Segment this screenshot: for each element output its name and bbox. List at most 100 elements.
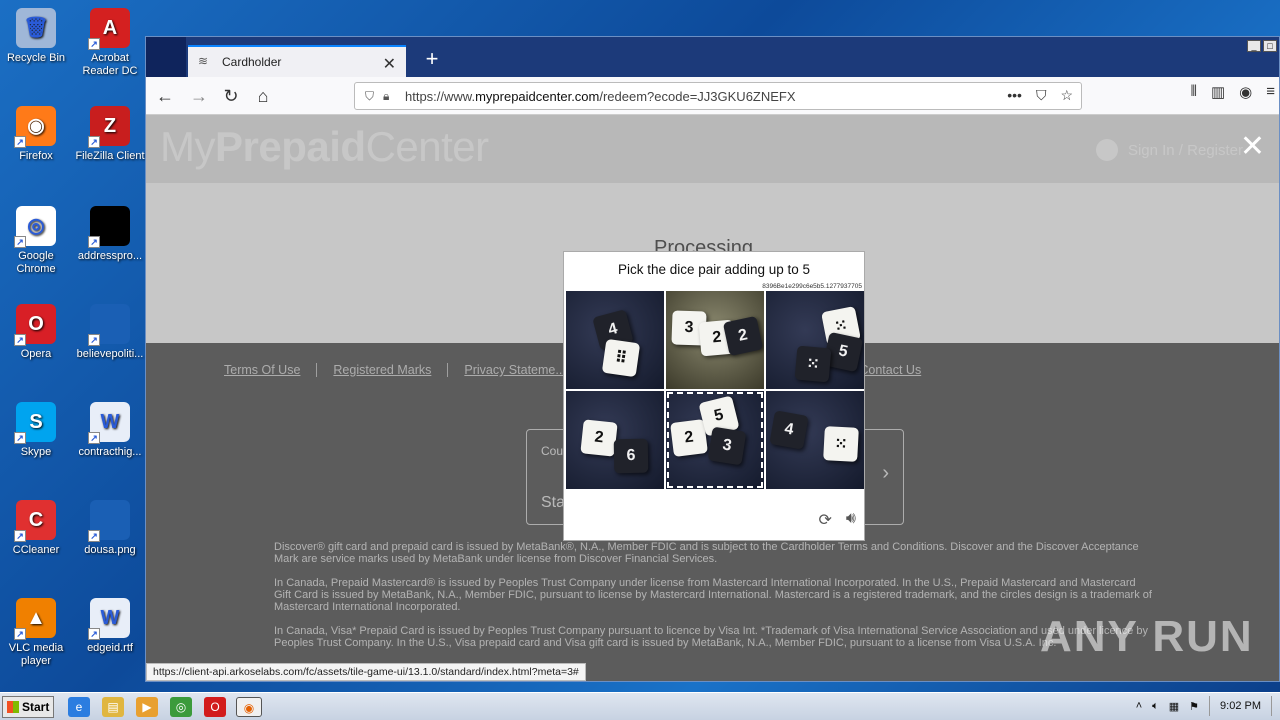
desktop-icon-1[interactable]: A ↗ Acrobat Reader DC: [74, 8, 146, 78]
desktop-icon-9[interactable]: W ↗ contracthig...: [74, 402, 146, 459]
desktop-icon-label: Firefox: [19, 150, 53, 162]
chrome-taskbar-icon[interactable]: ◎: [170, 697, 192, 717]
captcha-prompt: Pick the dice pair adding up to 5: [617, 262, 811, 277]
desktop-app-icon: W ↗: [88, 598, 130, 640]
desktop-icon-7[interactable]: ↗ believepoliti...: [74, 304, 146, 361]
desktop-icon-3[interactable]: Z ↗ FileZilla Client: [74, 106, 146, 163]
captcha-tile-6[interactable]: 4 ⁙: [766, 391, 864, 489]
browser-titlebar: ≋ Cardholder ✕ + _ □: [146, 37, 1279, 77]
desktop-app-icon: A ↗: [88, 8, 130, 50]
desktop-icon-label: believepoliti...: [76, 348, 144, 360]
desktop-icon-6[interactable]: O ↗ Opera: [0, 304, 72, 361]
desktop-icon-13[interactable]: W ↗ edgeid.rtf: [74, 598, 146, 655]
captcha-controls: ⟳ 🔊︎: [819, 510, 857, 530]
desktop-icon-11[interactable]: ↗ dousa.png: [74, 500, 146, 557]
desktop-icon-label: FileZilla Client: [75, 150, 145, 162]
tab-cardholder[interactable]: ≋ Cardholder ✕: [188, 45, 406, 77]
maximize-button[interactable]: □: [1263, 40, 1277, 52]
desktop-icon-0[interactable]: 🗑 Recycle Bin: [0, 8, 72, 65]
desktop-icon-label: Google Chrome: [16, 250, 56, 275]
menu-icon[interactable]: ≡: [1266, 83, 1275, 101]
network-icon[interactable]: ▦: [1169, 700, 1179, 713]
desktop-icon-label: Opera: [20, 348, 52, 360]
tab-title: Cardholder: [222, 55, 282, 69]
reload-button[interactable]: ↻: [218, 83, 244, 109]
watermark: ANY RUN: [1040, 612, 1254, 661]
die: ⁙: [823, 426, 859, 462]
desktop-icon-12[interactable]: ▲ ↗ VLC media player: [0, 598, 72, 668]
firefox-taskbar-icon[interactable]: ◉: [236, 697, 262, 717]
library-icon[interactable]: ⫴: [1191, 83, 1197, 101]
back-button[interactable]: ←: [152, 83, 178, 109]
die: 2: [722, 315, 764, 357]
opera-taskbar-icon[interactable]: O: [204, 697, 226, 717]
shortcut-arrow-icon: ↗: [14, 432, 26, 444]
desktop-icon-label: edgeid.rtf: [87, 642, 133, 654]
captcha-tile-1[interactable]: 4 ⠿: [566, 291, 664, 389]
die: 2: [670, 419, 708, 457]
show-desktop-button[interactable]: [1271, 696, 1272, 716]
start-label: Start: [22, 700, 50, 714]
desktop-icon-label: Recycle Bin: [6, 52, 66, 64]
refresh-icon[interactable]: ⟳: [819, 510, 832, 530]
volume-icon[interactable]: 🔈︎: [1152, 700, 1159, 713]
desktop-icon-8[interactable]: S ↗ Skype: [0, 402, 72, 459]
sidebar-icon[interactable]: ▥: [1211, 83, 1225, 101]
start-button[interactable]: Start: [2, 696, 54, 718]
captcha-dialog: Pick the dice pair adding up to 5 8396Be…: [563, 251, 865, 541]
tab-close-icon[interactable]: ✕: [383, 54, 396, 74]
flag-icon[interactable]: ⚑: [1189, 700, 1199, 713]
desktop-app-icon: ↗: [88, 500, 130, 542]
die: 3: [707, 426, 747, 466]
desktop-icon-label: Acrobat Reader DC: [82, 52, 138, 77]
clock[interactable]: 9:02 PM: [1220, 700, 1261, 712]
captcha-tile-4[interactable]: 26: [566, 391, 664, 489]
audio-icon[interactable]: 🔊︎: [846, 510, 856, 530]
desktop-icon-2[interactable]: ◉ ↗ Firefox: [0, 106, 72, 163]
die: 2: [580, 419, 618, 457]
minimize-button[interactable]: _: [1247, 40, 1261, 52]
shortcut-arrow-icon: ↗: [88, 136, 100, 148]
padlock-icon[interactable]: 🔒︎: [383, 89, 405, 104]
desktop-icon-4[interactable]: ◎ ↗ Google Chrome: [0, 206, 72, 276]
tray-separator: [1209, 696, 1211, 716]
explorer-taskbar-icon[interactable]: ▤: [102, 697, 124, 717]
media-player-taskbar-icon[interactable]: ▶: [136, 697, 158, 717]
die: ⠿: [601, 338, 641, 378]
desktop-icon-5[interactable]: ↗ addresspro...: [74, 206, 146, 263]
page-actions-icon[interactable]: •••: [1007, 87, 1022, 104]
shortcut-arrow-icon: ↗: [88, 530, 100, 542]
captcha-tile-3[interactable]: ⁙ 5 ⁙: [766, 291, 864, 389]
shortcut-arrow-icon: ↗: [88, 236, 100, 248]
shortcut-arrow-icon: ↗: [14, 236, 26, 248]
desktop-app-icon: W ↗: [88, 402, 130, 444]
desktop-app-icon: 🗑: [16, 8, 56, 48]
desktop-icon-label: VLC media player: [8, 642, 64, 667]
shortcut-arrow-icon: ↗: [14, 334, 26, 346]
forward-button[interactable]: →: [186, 83, 212, 109]
desktop-icon-10[interactable]: C ↗ CCleaner: [0, 500, 72, 557]
shortcut-arrow-icon: ↗: [14, 628, 26, 640]
bookmark-star-icon[interactable]: ☆: [1060, 87, 1073, 104]
ie-taskbar-icon[interactable]: e: [68, 697, 90, 717]
url-bar[interactable]: ⛉ 🔒︎ https://www. myprepaidcenter.com/red…: [354, 82, 1082, 110]
tray-expand-icon[interactable]: ˄: [1136, 700, 1142, 712]
taskbar: Start e ▤ ▶ ◎ O ◉ ˄ 🔈︎ ▦ ⚑ 9:02 PM: [0, 692, 1280, 720]
desktop-app-icon: ↗: [88, 304, 130, 346]
tracking-shield-icon[interactable]: ⛉: [365, 89, 383, 104]
close-icon[interactable]: ✕: [1240, 129, 1265, 164]
account-icon[interactable]: ◉: [1239, 83, 1252, 101]
home-button[interactable]: ⌂: [250, 83, 276, 109]
desktop-app-icon: ↗: [88, 206, 130, 248]
shortcut-arrow-icon: ↗: [88, 334, 100, 346]
system-tray: ˄ 🔈︎ ▦ ⚑ 9:02 PM: [1136, 696, 1280, 716]
new-tab-button[interactable]: +: [418, 45, 446, 73]
url-prefix: https://www.: [405, 88, 476, 104]
pocket-icon[interactable]: ⛉: [1036, 87, 1047, 104]
url-path: /redeem?ecode=JJ3GKU6ZNEFX: [599, 88, 796, 104]
url-host: myprepaidcenter.com: [475, 88, 600, 104]
captcha-tile-5[interactable]: 253: [666, 391, 764, 489]
captcha-tile-2[interactable]: 322: [666, 291, 764, 389]
desktop-icon-label: Skype: [20, 446, 52, 458]
window-controls: _ □: [1247, 40, 1277, 52]
